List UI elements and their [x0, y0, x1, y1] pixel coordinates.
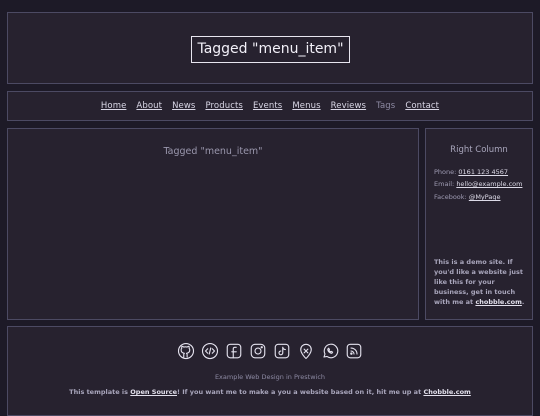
chobble-link[interactable]: Chobble.com — [423, 388, 470, 396]
email-label: Email: — [434, 180, 455, 188]
footer-note-part2: ! If you want me to make a you a website… — [177, 388, 422, 396]
instagram-icon[interactable] — [249, 342, 267, 360]
site-footer: Example Web Design in Prestwich This tem… — [7, 326, 533, 416]
footer-note: This template is Open Source! If you wan… — [8, 387, 532, 397]
main-content: Tagged "menu_item" — [7, 128, 419, 320]
tiktok-icon[interactable] — [273, 342, 291, 360]
nav-about[interactable]: About — [136, 101, 162, 111]
phone-line: Phone: 0161 123 4567 — [434, 168, 508, 176]
page-title: Tagged "menu_item" — [163, 146, 263, 157]
whatsapp-icon[interactable] — [321, 342, 339, 360]
demo-note: This is a demo site. If you'd like a web… — [434, 257, 530, 307]
nav-list: Home About News Products Events Menus Re… — [8, 92, 532, 120]
nav-reviews[interactable]: Reviews — [331, 101, 366, 111]
social-links — [8, 342, 532, 360]
site-header: Tagged "menu_item" — [7, 12, 533, 84]
code-icon[interactable] — [201, 342, 219, 360]
nav-news[interactable]: News — [172, 101, 195, 111]
nav-events[interactable]: Events — [253, 101, 282, 111]
footer-credit: Example Web Design in Prestwich — [214, 373, 326, 381]
demo-end: . — [521, 298, 525, 306]
facebook-label: Facebook: — [434, 193, 467, 201]
nav-menus[interactable]: Menus — [292, 101, 320, 111]
facebook-icon[interactable] — [225, 342, 243, 360]
right-column: Right Column Phone: 0161 123 4567 Email:… — [425, 128, 533, 320]
nav-home[interactable]: Home — [101, 101, 127, 111]
nav-tags[interactable]: Tags — [376, 101, 395, 111]
site-title[interactable]: Tagged "menu_item" — [191, 36, 350, 63]
sidebar-title: Right Column — [450, 145, 508, 155]
nav-contact[interactable]: Contact — [405, 101, 439, 111]
phone-link[interactable]: 0161 123 4567 — [458, 168, 508, 176]
footer-note-part1: This template is — [69, 388, 129, 396]
open-source-link[interactable]: Open Source — [130, 388, 177, 396]
nav-products[interactable]: Products — [205, 101, 243, 111]
main-nav: Home About News Products Events Menus Re… — [7, 91, 533, 121]
github-icon[interactable] — [177, 342, 195, 360]
phone-label: Phone: — [434, 168, 457, 176]
map-pin-icon[interactable] — [297, 342, 315, 360]
facebook-link[interactable]: @MyPage — [469, 193, 501, 201]
facebook-line: Facebook: @MyPage — [434, 193, 501, 201]
rss-icon[interactable] — [345, 342, 363, 360]
demo-link[interactable]: chobble.com — [475, 298, 521, 306]
email-line: Email: hello@example.com — [434, 180, 522, 188]
email-link[interactable]: hello@example.com — [456, 180, 522, 188]
